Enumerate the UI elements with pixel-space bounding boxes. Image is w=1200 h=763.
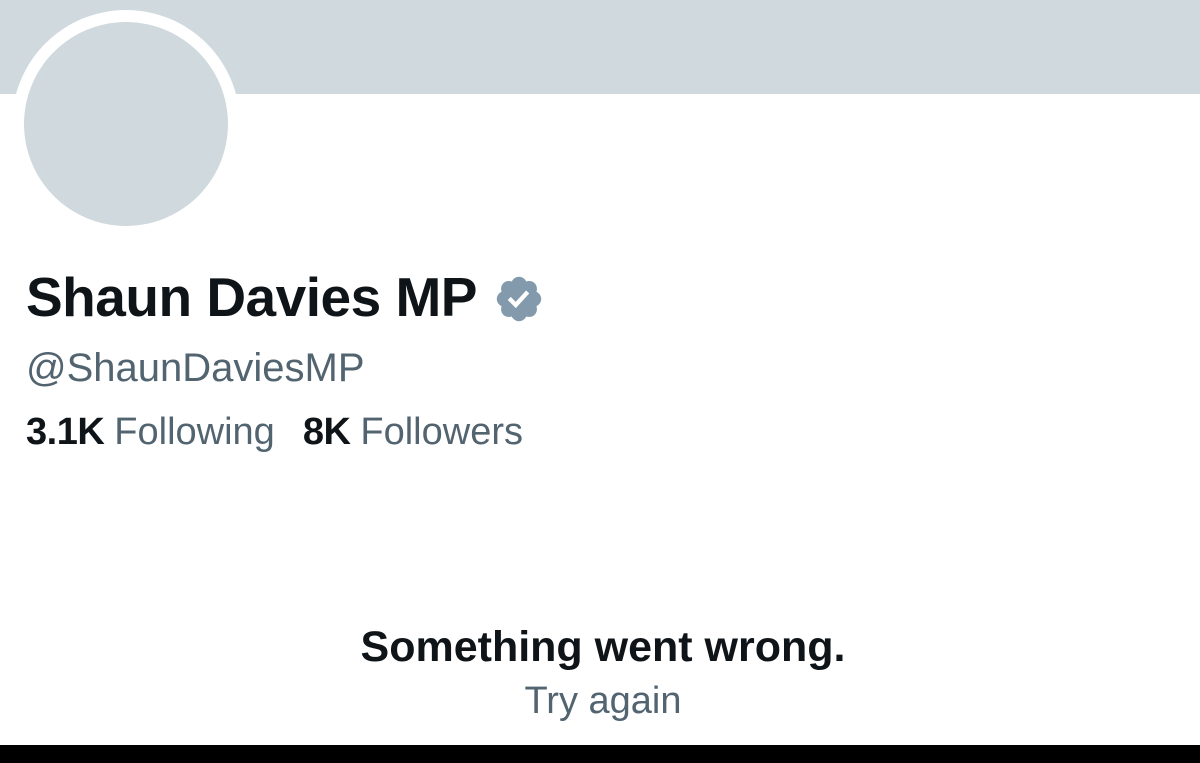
followers-link[interactable]: 8K Followers	[303, 408, 523, 456]
profile-name-row: Shaun Davies MP	[26, 262, 545, 332]
avatar-ring	[12, 10, 240, 238]
profile-page: Shaun Davies MP @ShaunDaviesMP 3.1K Foll…	[0, 0, 1200, 763]
display-name: Shaun Davies MP	[26, 266, 477, 328]
verified-badge-icon[interactable]	[493, 273, 545, 325]
followers-count: 8K	[302, 411, 351, 453]
following-label: Following	[114, 411, 275, 453]
try-again-button[interactable]: Try again	[0, 676, 1200, 726]
error-message-block: Something went wrong. Try again	[0, 618, 1200, 726]
profile-stats: 3.1K Following 8K Followers	[26, 408, 551, 456]
bottom-edge-bar	[0, 745, 1200, 763]
following-link[interactable]: 3.1K Following	[26, 408, 275, 456]
following-count: 3.1K	[26, 411, 105, 453]
avatar[interactable]	[24, 22, 228, 226]
followers-label: Followers	[360, 411, 523, 453]
error-title: Something went wrong.	[360, 623, 846, 671]
profile-handle: @ShaunDaviesMP	[26, 346, 365, 390]
